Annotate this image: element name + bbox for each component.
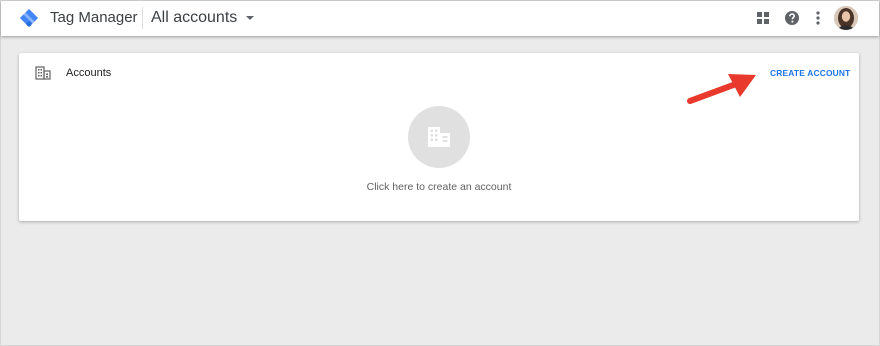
create-account-button[interactable]: CREATE ACCOUNT [770,67,851,79]
help-icon[interactable] [783,9,801,27]
more-vert-icon[interactable] [809,9,827,27]
building-icon [35,66,51,80]
account-selector[interactable]: All accounts [151,5,255,31]
app-title: Tag Manager [50,9,138,26]
top-app-bar: Tag Manager All accounts [1,1,879,36]
accounts-title: Accounts [66,67,112,79]
apps-grid-icon[interactable] [754,9,772,27]
annotation-arrow-icon [687,74,756,104]
user-avatar[interactable] [834,6,858,30]
building-icon [428,127,450,147]
header-divider [142,7,143,29]
create-account-placeholder[interactable] [408,106,470,168]
account-selector-label: All accounts [151,9,238,26]
empty-state-message[interactable]: Click here to create an account [339,180,539,194]
dropdown-caret-icon [246,16,255,20]
tag-manager-logo[interactable] [19,8,39,28]
